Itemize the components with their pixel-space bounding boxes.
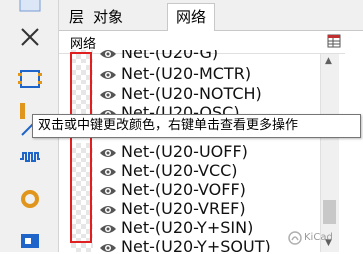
net-name: Net-(U20-UOFF): [121, 142, 248, 161]
tune-length-icon[interactable]: [10, 140, 50, 174]
eye-icon[interactable]: [99, 50, 117, 65]
net-color-swatch[interactable]: [71, 162, 93, 181]
via-icon[interactable]: [10, 182, 50, 216]
list-item[interactable]: Net-(U20-VREF): [59, 199, 321, 219]
net-name: Net-(U20-VCC): [121, 161, 238, 180]
net-name: Net-(U20-NOTCH): [121, 84, 262, 103]
net-color-table-icon[interactable]: [327, 33, 341, 52]
watermark: KiCad: [304, 232, 333, 243]
footprint-icon[interactable]: [10, 62, 50, 96]
tooltip: 双击或中键更改颜色，右键单击查看更多操作: [32, 114, 361, 138]
list-item[interactable]: Net-(U20-Y+SIN): [59, 218, 321, 238]
vertical-scrollbar[interactable]: ▲ ▼: [320, 54, 339, 252]
tab-objects[interactable]: 对象: [85, 5, 131, 29]
net-name: Net-(U20-MCTR): [121, 64, 252, 83]
scroll-up-icon[interactable]: ▲: [325, 56, 332, 66]
net-name: Net-(U20-G): [121, 50, 219, 62]
net-color-swatch[interactable]: [71, 65, 93, 84]
net-list: Net-(U20-G) Net-(U20-MCTR) Net-(U20-NOTC…: [59, 50, 321, 252]
appearance-tab-bar: 层 对象 网络: [59, 0, 363, 32]
list-item[interactable]: Net-(U20-G): [59, 50, 321, 63]
net-color-swatch[interactable]: [71, 200, 93, 219]
net-color-swatch[interactable]: [71, 143, 93, 162]
list-item[interactable]: Net-(U20-VCC): [59, 161, 321, 181]
list-item[interactable]: Net-(U20-MCTR): [59, 64, 321, 86]
scroll-thumb[interactable]: [323, 200, 336, 224]
list-item[interactable]: Net-(U20-UOFF): [59, 142, 321, 162]
eye-icon[interactable]: [99, 67, 117, 86]
list-item[interactable]: Net-(U20-VOFF): [59, 180, 321, 200]
net-color-swatch[interactable]: [71, 181, 93, 200]
net-name: Net-(U20-Y+SOUT): [121, 237, 271, 252]
net-color-swatch[interactable]: [71, 85, 93, 104]
kicad-logo-icon: [288, 230, 302, 249]
net-color-swatch[interactable]: [71, 50, 93, 63]
net-color-swatch[interactable]: [71, 238, 93, 252]
no-connect-x-icon[interactable]: [10, 20, 50, 54]
select-arrow-icon[interactable]: [10, 0, 50, 18]
net-color-swatch[interactable]: [71, 219, 93, 238]
net-name: Net-(U20-VREF): [121, 199, 246, 218]
list-item[interactable]: Net-(U20-Y+SOUT): [59, 237, 321, 252]
zone-icon[interactable]: [10, 220, 50, 254]
list-item[interactable]: Net-(U20-NOTCH): [59, 84, 321, 104]
net-name: Net-(U20-Y+SIN): [121, 218, 254, 237]
net-name: Net-(U20-VOFF): [121, 180, 246, 199]
eye-icon[interactable]: [99, 240, 117, 252]
tab-nets[interactable]: 网络: [167, 3, 216, 32]
